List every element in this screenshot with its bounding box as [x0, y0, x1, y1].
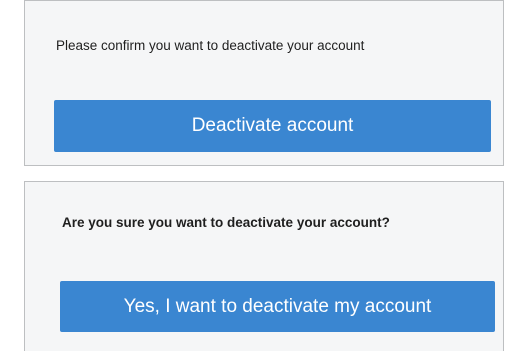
- deactivate-final-confirm-panel: Are you sure you want to deactivate your…: [24, 181, 504, 351]
- confirm-deactivate-button[interactable]: Yes, I want to deactivate my account: [60, 281, 495, 332]
- deactivate-account-button[interactable]: Deactivate account: [54, 100, 491, 152]
- are-you-sure-prompt-text: Are you sure you want to deactivate your…: [62, 215, 390, 230]
- deactivate-prompt-text: Please confirm you want to deactivate yo…: [56, 38, 365, 53]
- deactivate-confirm-panel: Please confirm you want to deactivate yo…: [24, 0, 504, 166]
